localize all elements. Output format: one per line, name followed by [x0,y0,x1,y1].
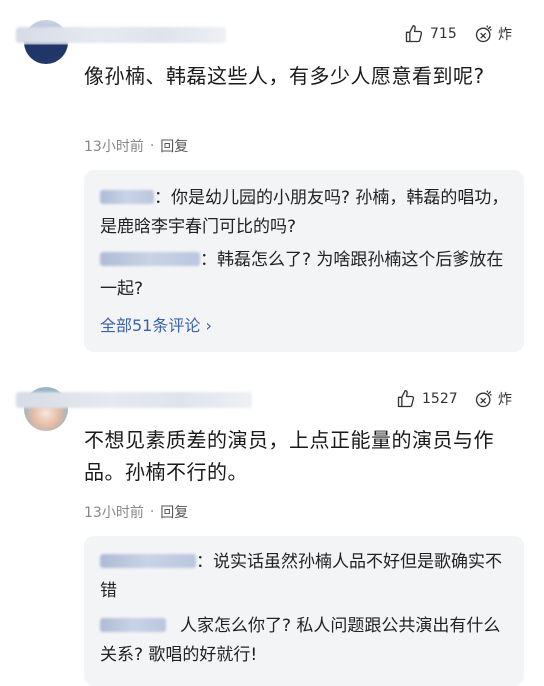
sub-reply[interactable]: ：说实话虽然孙楠人品不好但是歌确实不错 [100,548,512,606]
reaction-button[interactable]: 炸 [474,24,512,44]
comment-meta: 13小时前 · 回复 [84,136,189,156]
bomb-icon [475,25,492,43]
sub-reply[interactable]: ：你是幼儿园的小朋友吗? 孙楠，韩磊的唱功，是鹿晗李宇春门可比的吗? [100,184,512,242]
reply-button[interactable]: 回复 [160,136,188,156]
reply-button[interactable]: 回复 [160,502,188,522]
sub-reply-username-blurred[interactable] [100,252,200,266]
bomb-icon [475,390,492,408]
sub-reply[interactable]: ：韩磊怎么了? 为啥跟孙楠这个后爹放在一起? [100,246,512,304]
thumbs-up-icon [397,390,415,408]
username-blurred[interactable] [16,27,226,43]
like-count: 1527 [422,391,458,407]
like-button[interactable]: 1527 [396,389,458,409]
comment-text: 像孙楠、韩磊这些人，有多少人愿意看到呢? [84,64,485,88]
replies-panel: ：说实话虽然孙楠人品不好但是歌确实不错 人家怎么你了? 私人问题跟公共演出有什么… [84,536,524,686]
sub-reply-username-blurred[interactable] [100,554,196,568]
timestamp: 13小时前 [84,139,144,155]
all-replies-link[interactable]: 全部51条评论 › [100,312,212,336]
username-blurred[interactable] [16,392,252,408]
thumbs-up-icon [405,25,423,43]
sub-reply-username-blurred[interactable] [100,618,166,632]
comment-meta: 13小时前 · 回复 [84,502,189,522]
sub-reply-username-blurred[interactable] [100,190,154,204]
replies-panel: ：你是幼儿园的小朋友吗? 孙楠，韩磊的唱功，是鹿晗李宇春门可比的吗? ：韩磊怎么… [84,170,524,352]
like-count: 715 [430,26,457,42]
reaction-button[interactable]: 炸 [474,389,512,409]
comment-text: 不想见素质差的演员，上点正能量的演员与作品。孙楠不行的。 [84,428,494,484]
sub-reply[interactable]: 人家怎么你了? 私人问题跟公共演出有什么关系? 歌唱的好就行! [100,612,512,670]
timestamp: 13小时前 [84,505,144,521]
like-button[interactable]: 715 [404,24,457,44]
